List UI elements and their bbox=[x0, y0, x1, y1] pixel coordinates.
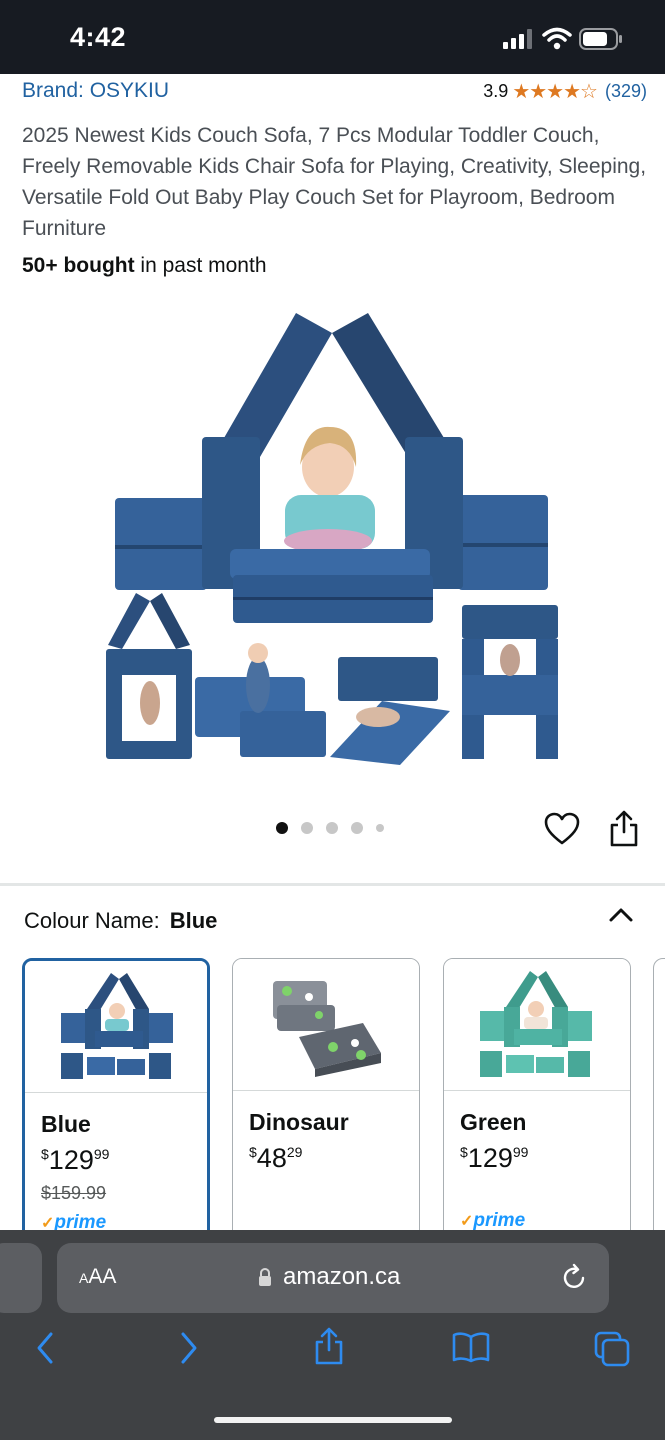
swatch-thumbnail bbox=[25, 961, 207, 1093]
swatch-next-partial[interactable] bbox=[653, 958, 665, 1230]
url-text[interactable]: amazon.ca bbox=[283, 1263, 400, 1291]
carousel-dot[interactable] bbox=[301, 822, 313, 834]
price-whole: 129 bbox=[48, 1145, 94, 1175]
blue-sofa-thumbnail bbox=[61, 973, 173, 1079]
swatch-green[interactable]: Green $12999 ✓prime bbox=[443, 958, 631, 1230]
bought-count-bold: 50+ bought bbox=[22, 254, 135, 277]
colour-swatch-list[interactable]: Blue $12999 $159.99 ✓prime Dinosaur $482… bbox=[22, 958, 665, 1230]
swatch-thumbnail bbox=[444, 959, 630, 1091]
carousel-dot[interactable] bbox=[351, 822, 363, 834]
carousel-dot[interactable] bbox=[376, 824, 384, 832]
swatch-price: $12999 bbox=[460, 1143, 528, 1174]
prime-badge: ✓prime bbox=[460, 1210, 525, 1230]
star-rating-icon: ★★★★☆ bbox=[512, 81, 598, 103]
share-icon[interactable] bbox=[312, 1326, 346, 1366]
list-price: $159.99 bbox=[41, 1183, 107, 1203]
brand-rating-row: Brand: OSYKIU 3.9 ★★★★☆ (329) bbox=[22, 79, 647, 105]
prime-label: prime bbox=[473, 1210, 526, 1230]
home-indicator bbox=[214, 1417, 452, 1423]
swatch-price: $12999 bbox=[41, 1145, 109, 1176]
price-cents: 99 bbox=[512, 1144, 529, 1160]
colour-label-text: Colour Name: bbox=[24, 908, 160, 933]
product-title: 2025 Newest Kids Couch Sofa, 7 Pcs Modul… bbox=[22, 124, 647, 240]
cellular-signal-icon bbox=[503, 29, 532, 49]
tabs-icon[interactable] bbox=[593, 1330, 631, 1368]
review-count-link[interactable]: (329) bbox=[605, 81, 647, 102]
rating-summary[interactable]: 3.9 ★★★★☆ (329) bbox=[483, 79, 647, 104]
swatch-name: Dinosaur bbox=[249, 1109, 349, 1135]
wifi-icon bbox=[542, 27, 572, 50]
previous-tab-preview[interactable] bbox=[0, 1243, 42, 1313]
prime-label: prime bbox=[54, 1212, 107, 1230]
battery-icon bbox=[579, 28, 622, 50]
swatch-dinosaur[interactable]: Dinosaur $4829 bbox=[232, 958, 420, 1230]
bought-count: 50+ bought in past month bbox=[22, 254, 267, 278]
price-cents: 99 bbox=[93, 1146, 110, 1162]
reload-icon[interactable] bbox=[562, 1263, 588, 1291]
prime-check-icon: ✓ bbox=[460, 1213, 474, 1230]
chevron-up-icon[interactable] bbox=[608, 903, 634, 925]
rating-value: 3.9 bbox=[483, 81, 509, 101]
price-currency: $ bbox=[249, 1144, 257, 1160]
price-cents: 29 bbox=[286, 1144, 303, 1160]
section-divider bbox=[0, 883, 665, 886]
reader-options-label: AA bbox=[88, 1265, 117, 1288]
brand-link[interactable]: Brand: OSYKIU bbox=[22, 79, 169, 103]
prime-check-icon: ✓ bbox=[41, 1215, 55, 1230]
swatch-blue[interactable]: Blue $12999 $159.99 ✓prime bbox=[22, 958, 210, 1230]
carousel-dot[interactable] bbox=[326, 822, 338, 834]
green-sofa-thumbnail bbox=[480, 971, 592, 1077]
swatch-price: $4829 bbox=[249, 1143, 302, 1174]
share-icon[interactable] bbox=[608, 810, 640, 848]
back-icon[interactable] bbox=[34, 1330, 56, 1366]
prime-badge: ✓prime bbox=[41, 1212, 106, 1230]
colour-name-label: Colour Name: Blue bbox=[24, 908, 217, 934]
status-time: 4:42 bbox=[70, 22, 127, 52]
product-image[interactable] bbox=[100, 305, 570, 765]
swatch-name: Green bbox=[460, 1109, 527, 1135]
price-currency: $ bbox=[460, 1144, 468, 1160]
carousel-dot[interactable] bbox=[276, 822, 288, 834]
address-bar[interactable]: AAA amazon.ca bbox=[57, 1243, 609, 1313]
bookmarks-icon[interactable] bbox=[451, 1330, 491, 1364]
swatch-thumbnail bbox=[233, 959, 419, 1091]
reader-options-button[interactable]: AAA bbox=[79, 1265, 116, 1289]
swatch-name: Blue bbox=[41, 1111, 91, 1137]
colour-selected-value: Blue bbox=[169, 908, 218, 933]
price-whole: 129 bbox=[467, 1143, 513, 1173]
forward-icon[interactable] bbox=[178, 1330, 200, 1366]
status-bar: 4:42 bbox=[0, 0, 665, 74]
price-whole: 48 bbox=[256, 1143, 287, 1173]
lock-icon bbox=[259, 1268, 271, 1286]
browser-toolbar bbox=[0, 1327, 665, 1380]
image-carousel-dots[interactable] bbox=[276, 822, 384, 834]
reader-options-glyph: A bbox=[79, 1270, 89, 1286]
dinosaur-sofa-thumbnail bbox=[273, 981, 381, 1077]
price-currency: $ bbox=[41, 1146, 49, 1162]
bought-count-rest: in past month bbox=[134, 254, 267, 277]
browser-bottom-bar: AAA amazon.ca bbox=[0, 1230, 665, 1440]
heart-icon[interactable] bbox=[544, 812, 580, 846]
